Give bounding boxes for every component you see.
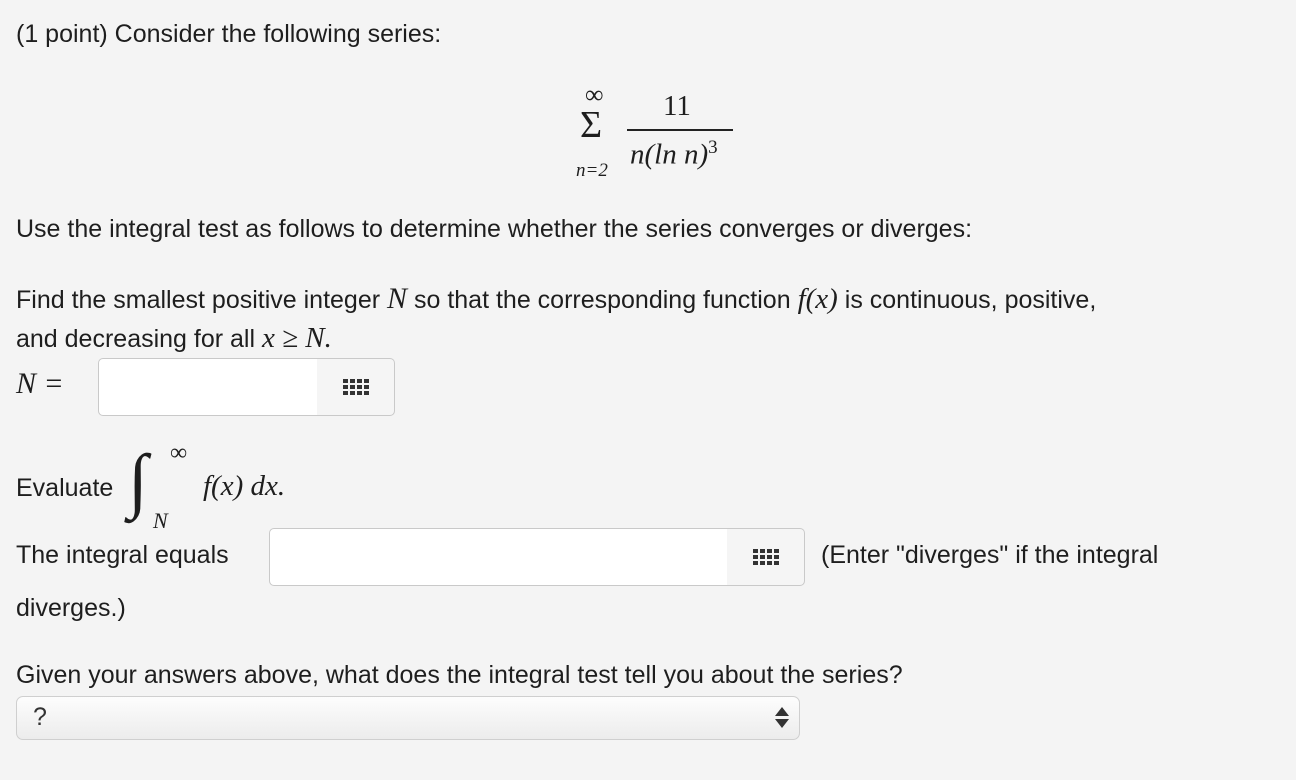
find-text-a: Find the smallest positive integer: [16, 286, 388, 314]
sum-lower-limit: n=2: [576, 160, 608, 181]
integral-answer-input[interactable]: [269, 528, 729, 586]
function-fx: f(x): [797, 283, 838, 315]
series-denominator: n(ln n)3: [630, 137, 718, 172]
denominator-exponent: 3: [708, 137, 718, 158]
conclusion-question: Given your answers above, what does the …: [16, 661, 903, 689]
integrand: f(x) dx.: [203, 470, 286, 502]
find-text-b: so that the corresponding function: [407, 286, 798, 314]
grid-icon: [752, 549, 779, 565]
n-keypad-button[interactable]: [317, 358, 395, 416]
integral-symbol: ∫: [128, 440, 148, 520]
select-value: ?: [33, 703, 47, 731]
integral-keypad-button[interactable]: [727, 528, 805, 586]
find-text-c: is continuous, positive,: [837, 286, 1097, 314]
find-line-2: and decreasing for all x ≥ N.: [16, 322, 332, 355]
diverges-hint: (Enter "diverges" if the integral: [821, 541, 1159, 569]
integral-equals-label: The integral equals: [16, 541, 229, 569]
n-equals-label: N =: [16, 367, 64, 400]
find-text-d: and decreasing for all: [16, 325, 262, 353]
instruction-text: Use the integral test as follows to dete…: [16, 215, 973, 243]
series-numerator: 11: [663, 90, 691, 122]
select-updown-icon: [775, 707, 789, 729]
fraction-bar: [627, 129, 733, 131]
conclusion-select[interactable]: ?: [16, 696, 800, 740]
denominator-base: n(ln n): [630, 138, 709, 171]
grid-icon: [342, 379, 369, 395]
diverges-hint-continued: diverges.): [16, 594, 126, 622]
inequality-x-ge-N: x ≥ N.: [261, 322, 332, 354]
var-N: N: [387, 282, 408, 315]
integral-upper-limit: ∞: [170, 440, 188, 466]
find-line-1: Find the smallest positive integer N so …: [16, 282, 1096, 316]
n-answer-input[interactable]: [98, 358, 318, 416]
integral-lower-limit: N: [153, 508, 168, 533]
problem-header: (1 point) Consider the following series:: [16, 20, 442, 48]
evaluate-label: Evaluate: [16, 474, 114, 502]
sum-symbol: Σ: [580, 104, 603, 146]
